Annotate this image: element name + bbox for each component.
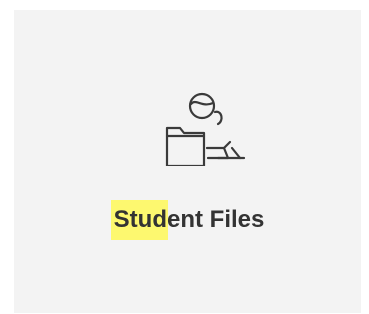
tile-title: Student Files (14, 200, 361, 240)
title-rest: ent Files (166, 206, 265, 233)
student-files-tile[interactable]: Student Files (14, 10, 361, 313)
student-files-icon (152, 86, 252, 166)
search-highlight: Stud (110, 200, 168, 240)
